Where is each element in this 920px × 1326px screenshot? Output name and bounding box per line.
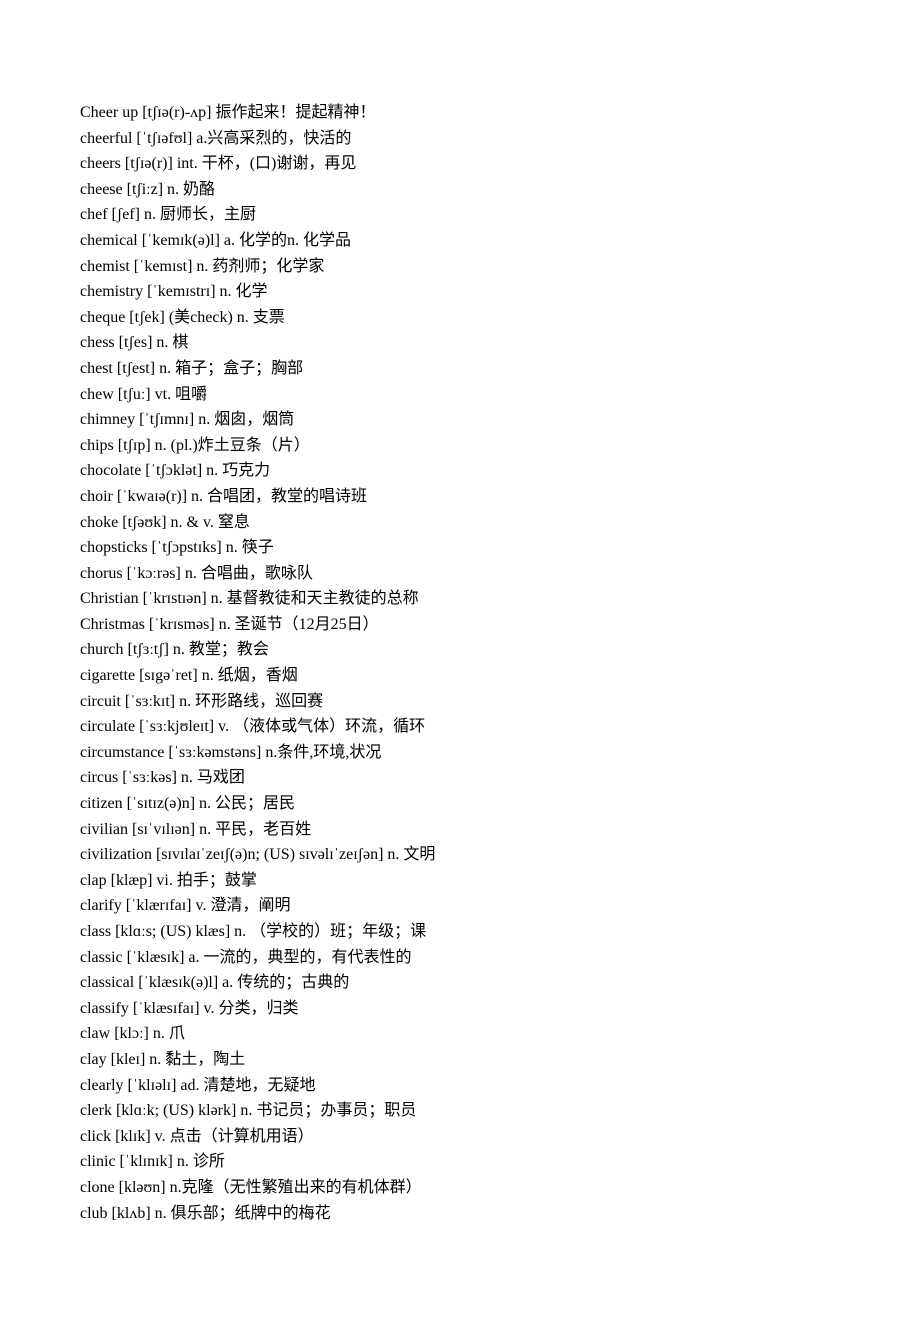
vocab-entry: cheers [tʃɪə(r)] int. 干杯，(口)谢谢，再见 xyxy=(80,151,840,177)
vocab-entry: clarify [ˈklærɪfaɪ] v. 澄清，阐明 xyxy=(80,893,840,919)
vocab-entry: chemistry [ˈkemɪstrɪ] n. 化学 xyxy=(80,279,840,305)
vocabulary-list: Cheer up [tʃɪə(r)-ʌp] 振作起来！提起精神！cheerful… xyxy=(80,100,840,1226)
vocab-entry: circus [ˈsɜːkəs] n. 马戏团 xyxy=(80,765,840,791)
vocab-entry: claw [klɔː] n. 爪 xyxy=(80,1021,840,1047)
vocab-entry: circulate [ˈsɜːkjʊleɪt] v. （液体或气体）环流，循环 xyxy=(80,714,840,740)
vocab-entry: click [klɪk] v. 点击（计算机用语） xyxy=(80,1124,840,1150)
vocab-entry: chopsticks [ˈtʃɔpstɪks] n. 筷子 xyxy=(80,535,840,561)
vocab-entry: chew [tʃuː] vt. 咀嚼 xyxy=(80,382,840,408)
vocab-entry: civilian [sɪˈvɪlɪən] n. 平民，老百姓 xyxy=(80,817,840,843)
vocab-entry: choir [ˈkwaɪə(r)] n. 合唱团，教堂的唱诗班 xyxy=(80,484,840,510)
vocab-entry: chemical [ˈkemɪk(ə)l] a. 化学的n. 化学品 xyxy=(80,228,840,254)
vocab-entry: cheque [tʃek] (美check) n. 支票 xyxy=(80,305,840,331)
vocab-entry: chocolate [ˈtʃɔklət] n. 巧克力 xyxy=(80,458,840,484)
vocab-entry: citizen [ˈsɪtɪz(ə)n] n. 公民；居民 xyxy=(80,791,840,817)
vocab-entry: club [klʌb] n. 俱乐部；纸牌中的梅花 xyxy=(80,1201,840,1227)
vocab-entry: Christian [ˈkrɪstɪən] n. 基督教徒和天主教徒的总称 xyxy=(80,586,840,612)
vocab-entry: chess [tʃes] n. 棋 xyxy=(80,330,840,356)
vocab-entry: classical [ˈklæsɪk(ə)l] a. 传统的；古典的 xyxy=(80,970,840,996)
vocab-entry: clearly [ˈklɪəlɪ] ad. 清楚地，无疑地 xyxy=(80,1073,840,1099)
vocab-entry: class [klɑːs; (US) klæs] n. （学校的）班；年级；课 xyxy=(80,919,840,945)
vocab-entry: classify [ˈklæsɪfaɪ] v. 分类，归类 xyxy=(80,996,840,1022)
vocab-entry: cigarette [sɪgəˈret] n. 纸烟，香烟 xyxy=(80,663,840,689)
vocab-entry: cheerful [ˈtʃɪəfʊl] a.兴高采烈的，快活的 xyxy=(80,126,840,152)
vocab-entry: chemist [ˈkemɪst] n. 药剂师；化学家 xyxy=(80,254,840,280)
vocab-entry: clay [kleɪ] n. 黏土，陶土 xyxy=(80,1047,840,1073)
vocab-entry: chimney [ˈtʃɪmnɪ] n. 烟囱，烟筒 xyxy=(80,407,840,433)
vocab-entry: clone [kləʊn] n.克隆（无性繁殖出来的有机体群） xyxy=(80,1175,840,1201)
vocab-entry: chest [tʃest] n. 箱子；盒子；胸部 xyxy=(80,356,840,382)
vocab-entry: Christmas [ˈkrɪsməs] n. 圣诞节（12月25日） xyxy=(80,612,840,638)
vocab-entry: Cheer up [tʃɪə(r)-ʌp] 振作起来！提起精神！ xyxy=(80,100,840,126)
vocab-entry: choke [tʃəʊk] n. & v. 窒息 xyxy=(80,510,840,536)
vocab-entry: classic [ˈklæsɪk] a. 一流的，典型的，有代表性的 xyxy=(80,945,840,971)
vocab-entry: clinic [ˈklɪnɪk] n. 诊所 xyxy=(80,1149,840,1175)
vocab-entry: chips [tʃɪp] n. (pl.)炸土豆条（片） xyxy=(80,433,840,459)
vocab-entry: chorus [ˈkɔːrəs] n. 合唱曲，歌咏队 xyxy=(80,561,840,587)
vocab-entry: civilization [sɪvɪlaɪˈzeɪʃ(ə)n; (US) sɪv… xyxy=(80,842,840,868)
vocab-entry: church [tʃɜːtʃ] n. 教堂；教会 xyxy=(80,637,840,663)
vocab-entry: clap [klæp] vi. 拍手；鼓掌 xyxy=(80,868,840,894)
vocab-entry: circumstance [ˈsɜːkəmstəns] n.条件,环境,状况 xyxy=(80,740,840,766)
vocab-entry: circuit [ˈsɜːkɪt] n. 环形路线，巡回赛 xyxy=(80,689,840,715)
vocab-entry: chef [ʃef] n. 厨师长，主厨 xyxy=(80,202,840,228)
vocab-entry: clerk [klɑːk; (US) klərk] n. 书记员；办事员；职员 xyxy=(80,1098,840,1124)
vocab-entry: cheese [tʃiːz] n. 奶酪 xyxy=(80,177,840,203)
